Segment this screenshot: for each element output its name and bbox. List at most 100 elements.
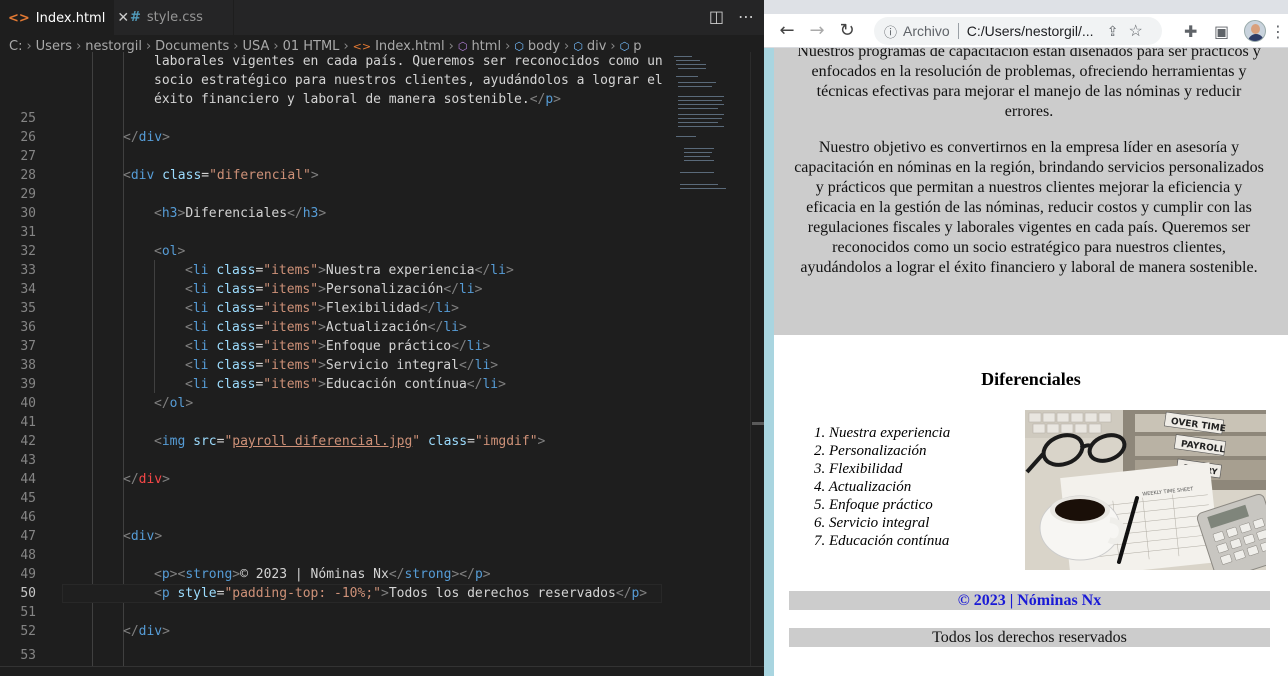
page-viewport[interactable]: Nuestros programas de capacitación están… — [764, 48, 1288, 676]
line-number: 41 — [20, 415, 36, 430]
element-icon: ⬡ — [457, 39, 468, 53]
tab-label: style.css — [146, 10, 203, 25]
page-left-border — [764, 48, 774, 676]
forward-arrow-icon[interactable]: → — [802, 20, 832, 41]
scrollbar-thumb[interactable] — [752, 422, 764, 425]
element-icon: ⬡ — [514, 39, 524, 53]
line-number: 34 — [20, 282, 36, 297]
payroll-image: OVER TIME PAYROLL SALARY WEEKLY TIME SHE… — [1025, 410, 1266, 570]
list-item: 4. Actualización — [814, 479, 912, 495]
line-number: 30 — [20, 206, 36, 221]
line-number: 26 — [20, 130, 36, 145]
code-line: <p><strong>© 2023 | Nóminas Nx</strong><… — [154, 567, 491, 582]
line-number: 35 — [20, 301, 36, 316]
line-number: 33 — [20, 263, 36, 278]
editor-scrollbar[interactable] — [750, 52, 764, 666]
reload-icon[interactable]: ↻ — [832, 20, 862, 41]
scheme-label: Archivo — [903, 23, 950, 39]
line-number: 32 — [20, 244, 36, 259]
code-line: laborales vigentes en cada país. Queremo… — [154, 54, 663, 69]
code-line: <p style="padding-top: -10%;">Todos los … — [154, 586, 648, 601]
code-line: <div class="diferencial"> — [123, 168, 319, 183]
objective-paragraph: Nuestro objetivo es convertirnos en la e… — [794, 139, 1264, 276]
line-number: 43 — [20, 453, 36, 468]
line-number: 51 — [20, 605, 36, 620]
bookmark-star-icon[interactable]: ☆ — [1128, 21, 1142, 41]
browser-tab-strip — [764, 0, 1288, 14]
line-number: 45 — [20, 491, 36, 506]
line-number: 25 — [20, 111, 36, 126]
code-area[interactable]: laborales vigentes en cada país. Queremo… — [0, 52, 764, 666]
code-line: <ol> — [154, 244, 186, 259]
css-file-icon: # — [130, 10, 141, 25]
element-icon: ⬡ — [573, 39, 583, 53]
line-number: 44 — [20, 472, 36, 487]
line-number: 42 — [20, 434, 36, 449]
differentials-heading: Diferenciales — [981, 369, 1081, 389]
tab-index-html[interactable]: <> Index.html ✕ — [0, 0, 129, 35]
line-number: 29 — [20, 187, 36, 202]
line-number: 53 — [20, 648, 36, 663]
split-editor-icon[interactable]: ◫ — [709, 7, 724, 26]
code-line: éxito financiero y laboral de manera sos… — [154, 92, 561, 107]
html-file-icon: <> — [8, 10, 30, 26]
list-item: 1. Nuestra experiencia — [814, 425, 951, 441]
address-bar[interactable]: ⓘ Archivo C:/Users/nestorgil/... ⇪ ☆ — [874, 17, 1162, 45]
line-number: 40 — [20, 396, 36, 411]
line-number: 31 — [20, 225, 36, 240]
share-icon[interactable]: ⇪ — [1107, 23, 1119, 40]
tab-style-css[interactable]: # style.css — [114, 0, 234, 35]
minimap[interactable] — [670, 52, 750, 202]
footer-rights: Todos los derechos reservados — [789, 628, 1270, 647]
more-actions-icon[interactable]: ⋯ — [738, 7, 754, 26]
line-number: 36 — [20, 320, 36, 335]
line-number: 47 — [20, 529, 36, 544]
extensions-puzzle-icon[interactable]: ✚ — [1184, 22, 1197, 41]
profile-avatar[interactable] — [1244, 20, 1266, 42]
list-item: 3. Flexibilidad — [814, 461, 903, 477]
back-arrow-icon[interactable]: ← — [772, 20, 802, 41]
line-number: 28 — [20, 168, 36, 183]
code-line: <div> — [123, 529, 163, 544]
list-item: 2. Personalización — [814, 443, 927, 459]
footer-copyright: © 2023 | Nóminas Nx — [789, 591, 1270, 610]
side-panel-icon[interactable]: ▣ — [1214, 22, 1229, 41]
info-icon[interactable]: ⓘ — [884, 22, 897, 41]
code-line: <li class="items">Nuestra experiencia</l… — [185, 263, 514, 278]
code-line: <li class="items">Personalización</li> — [185, 282, 483, 297]
url-text[interactable]: C:/Users/nestorgil/... — [967, 23, 1097, 39]
list-item: 7. Educación contínua — [814, 533, 950, 549]
code-line: </ol> — [154, 396, 194, 411]
code-line: </div> — [123, 472, 170, 487]
browser-menu-icon[interactable]: ⋮ — [1270, 22, 1286, 41]
tab-label: Index.html — [35, 10, 106, 26]
browser-window: ← → ↻ ⓘ Archivo C:/Users/nestorgil/... ⇪… — [764, 0, 1288, 676]
browser-toolbar: ← → ↻ ⓘ Archivo C:/Users/nestorgil/... ⇪… — [764, 14, 1288, 48]
code-line: socio estratégico para nuestros clientes… — [154, 73, 663, 88]
list-item: 6. Servicio integral — [814, 515, 930, 531]
line-number: 27 — [20, 149, 36, 164]
code-line: <img src="payroll diferencial.jpg" class… — [154, 434, 546, 449]
line-number: 49 — [20, 567, 36, 582]
html-file-icon: <> — [352, 39, 372, 53]
code-line: <li class="items">Actualización</li> — [185, 320, 467, 335]
code-line: </div> — [123, 624, 170, 639]
list-item: 5. Enfoque práctico — [814, 497, 933, 513]
code-line: <li class="items">Flexibilidad</li> — [185, 301, 459, 316]
element-icon: ⬡ — [619, 39, 630, 53]
line-number: 46 — [20, 510, 36, 525]
code-line: <li class="items">Educación contínua</li… — [185, 377, 506, 392]
code-line: <li class="items">Enfoque práctico</li> — [185, 339, 491, 354]
line-number: 52 — [20, 624, 36, 639]
line-number: 39 — [20, 377, 36, 392]
editor-tab-bar: <> Index.html ✕ # style.css ◫ ⋯ — [0, 0, 764, 35]
intro-paragraph: Nuestros programas de capacitación están… — [797, 48, 1261, 120]
code-line: </div> — [123, 130, 170, 145]
code-line: <li class="items">Servicio integral</li> — [185, 358, 499, 373]
line-number: 37 — [20, 339, 36, 354]
line-number: 50 — [20, 586, 36, 601]
code-editor[interactable]: <> Index.html ✕ # style.css ◫ ⋯ C: › User… — [0, 0, 764, 676]
line-number: 48 — [20, 548, 36, 563]
line-number: 38 — [20, 358, 36, 373]
status-bar — [0, 666, 764, 676]
